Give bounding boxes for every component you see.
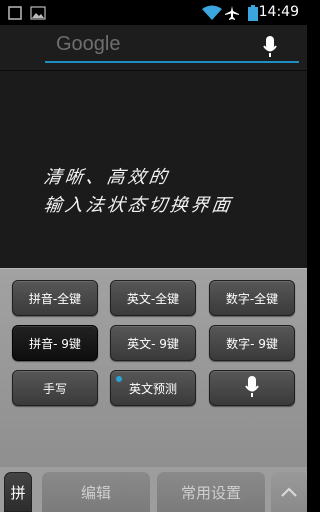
search-bar: Google <box>0 25 307 71</box>
handwriting-line-1: 清晰、高效的 <box>42 167 172 188</box>
microphone-icon <box>245 375 259 401</box>
key-label: 手写 <box>42 381 67 396</box>
number-9key-key[interactable]: 数字- 9键 <box>209 325 295 361</box>
key-label: 拼音- 9键 <box>29 336 81 351</box>
bottom-tab-bar: 拼 编辑 常用设置 <box>0 467 307 512</box>
pinyin-full-key[interactable]: 拼音-全键 <box>12 280 98 316</box>
key-label: 英文- 9键 <box>127 336 179 351</box>
square-icon <box>8 0 22 25</box>
search-placeholder: Google <box>56 33 121 55</box>
status-bar: 14:49 <box>0 0 307 25</box>
ime-logo-tab[interactable]: 拼 <box>4 472 32 512</box>
tab-common-settings[interactable]: 常用设置 <box>157 472 265 512</box>
voice-input-key[interactable] <box>209 370 295 406</box>
collapse-button[interactable] <box>271 472 307 512</box>
chevron-up-icon <box>281 483 297 501</box>
clock: 14:49 <box>258 4 299 20</box>
number-full-key[interactable]: 数字-全键 <box>209 280 295 316</box>
handwriting-key[interactable]: 手写 <box>12 370 98 406</box>
input-mode-panel: 拼音-全键 英文-全键 数字-全键 拼音- 9键 英文- 9键 数字- 9键 手… <box>0 268 307 467</box>
tab-label: 常用设置 <box>180 483 241 502</box>
airplane-icon <box>224 0 240 25</box>
key-label: 英文-全键 <box>126 291 180 306</box>
english-prediction-key[interactable]: 英文预测 <box>110 370 196 406</box>
microphone-icon[interactable] <box>263 36 277 62</box>
english-full-key[interactable]: 英文-全键 <box>110 280 196 316</box>
key-label: 英文预测 <box>128 381 177 396</box>
status-dot <box>116 376 122 382</box>
wifi-icon <box>202 0 222 25</box>
key-label: 拼音-全键 <box>28 291 82 306</box>
key-label: 数字-全键 <box>225 291 279 306</box>
handwriting-line-2: 输入法状态切换界面 <box>42 195 235 216</box>
battery-icon <box>248 0 258 25</box>
tab-edit[interactable]: 编辑 <box>42 472 150 512</box>
image-icon <box>30 0 46 25</box>
content-area: 清晰、高效的 输入法状态切换界面 <box>0 71 307 268</box>
key-label: 数字- 9键 <box>226 336 278 351</box>
english-9key-key[interactable]: 英文- 9键 <box>110 325 196 361</box>
ime-logo: 拼 <box>10 483 26 502</box>
tab-label: 编辑 <box>80 483 111 502</box>
pinyin-9key-key[interactable]: 拼音- 9键 <box>12 325 98 361</box>
search-input[interactable]: Google <box>45 29 299 63</box>
